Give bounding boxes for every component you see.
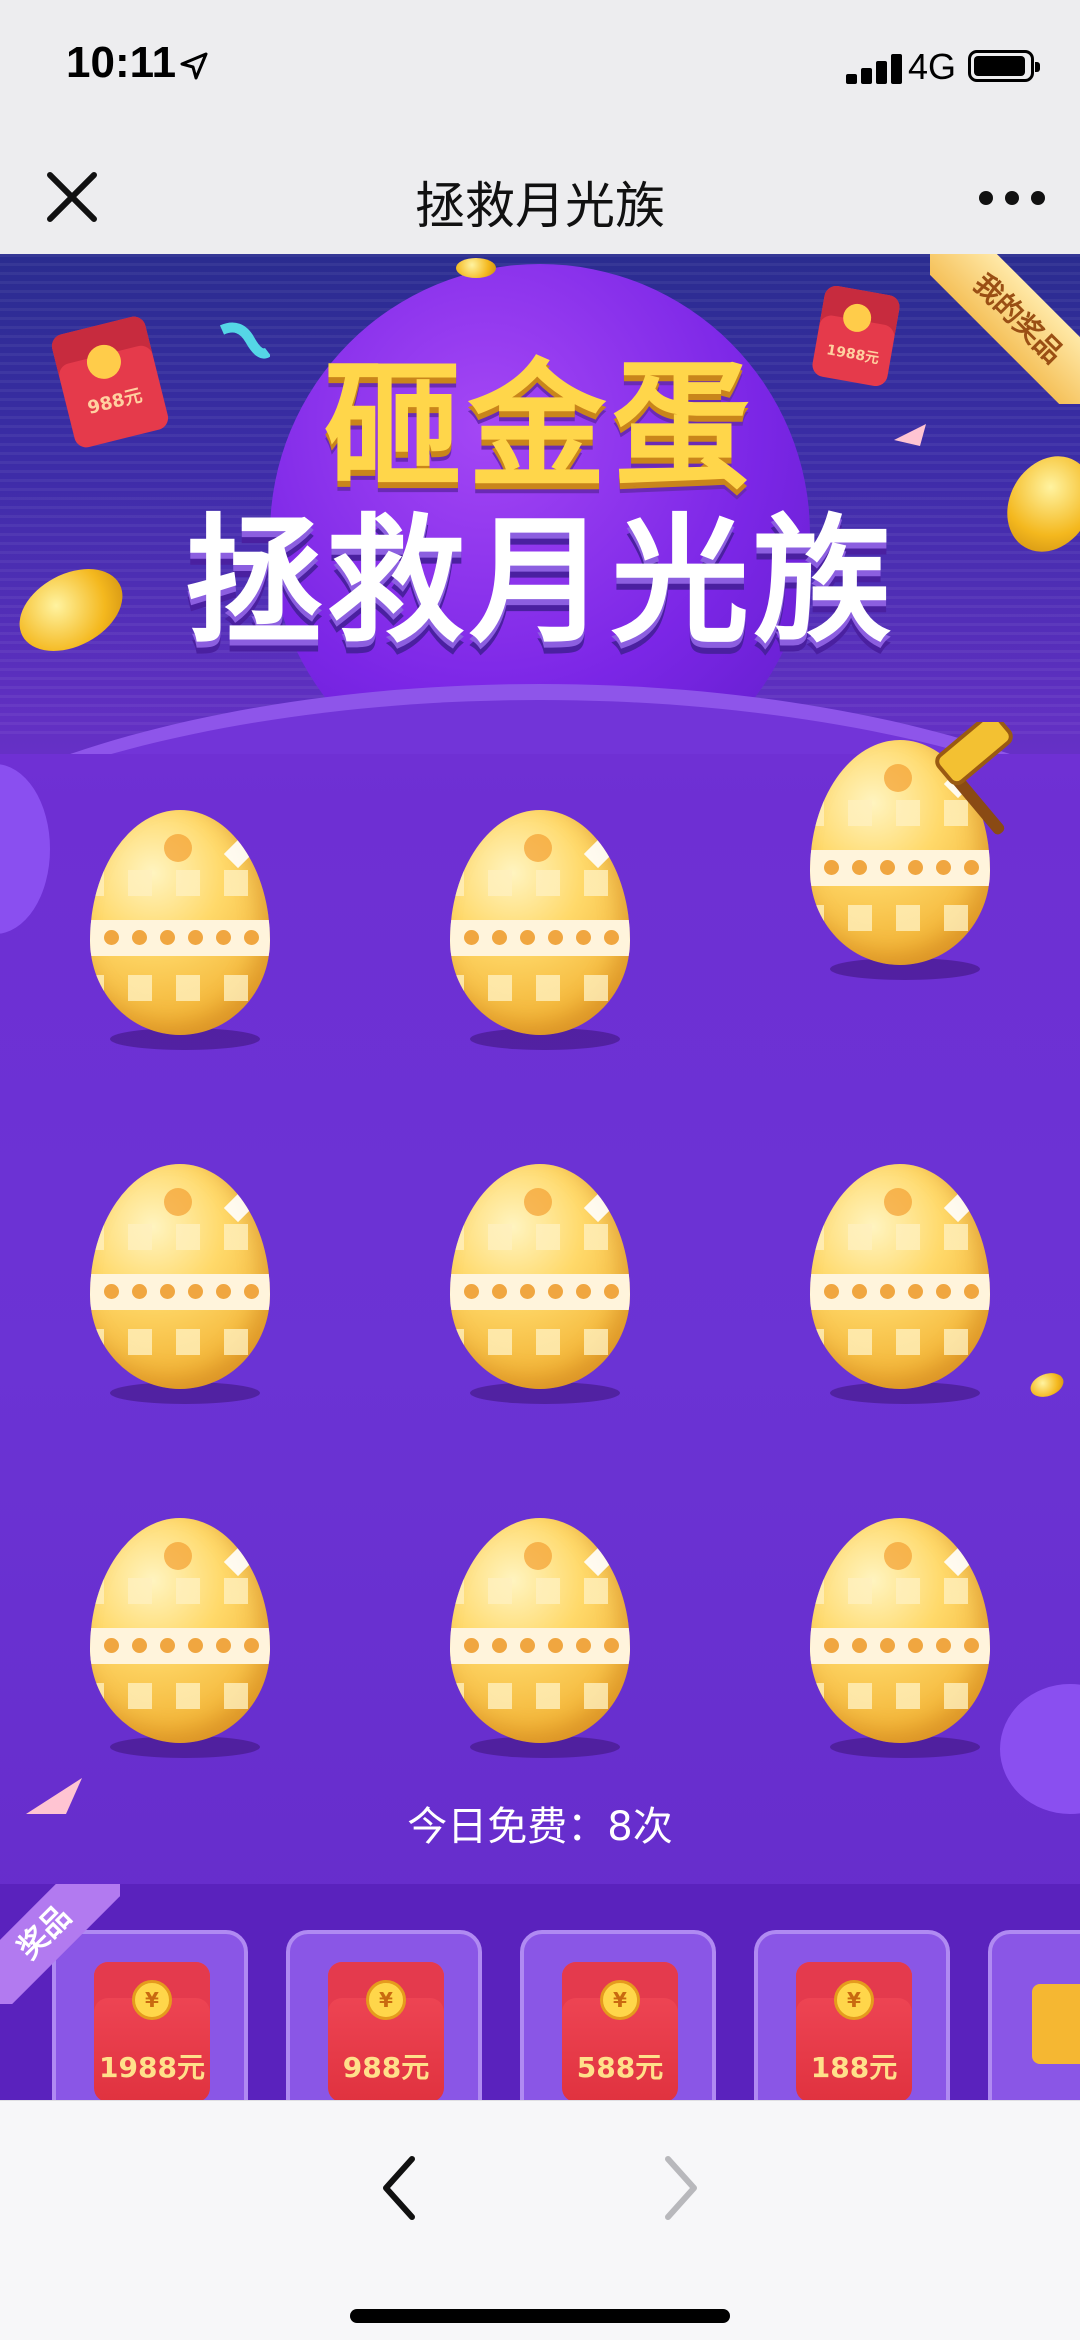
coin-icon: ¥ <box>834 1980 874 2020</box>
browser-toolbar <box>0 2100 1080 2340</box>
golden-egg[interactable] <box>90 1164 280 1404</box>
banner: 988元 1988元 砸金蛋 拯救月光族 我的奖品 <box>0 254 1080 754</box>
golden-egg[interactable] <box>450 1164 640 1404</box>
status-bar: 10:11 4G <box>0 0 1080 140</box>
prize-amount: 1988元 <box>99 2051 205 2084</box>
prize-list: ¥ 1988元 ¥ 988元 ¥ 588元 ¥ 188元 奖品 <box>0 1884 1080 2100</box>
prize-card[interactable]: ¥ 188元 <box>754 1930 950 2100</box>
network-type: 4G <box>908 46 957 87</box>
golden-egg[interactable] <box>810 1164 1000 1404</box>
my-prizes-label: 我的奖品 <box>930 254 1080 404</box>
forward-arrow-icon[interactable] <box>652 2143 708 2233</box>
game-page: 988元 1988元 砸金蛋 拯救月光族 我的奖品 今日免费：8次 ¥ 1988… <box>0 254 1080 2100</box>
gift-box-icon <box>1032 1984 1080 2064</box>
prize-card[interactable]: ¥ 588元 <box>520 1930 716 2100</box>
prize-tag-label: 奖品 <box>0 1884 120 2004</box>
prize-amount: 588元 <box>576 2051 664 2084</box>
red-envelope-icon: ¥ 988元 <box>328 1962 444 2100</box>
navigation-bar: 拯救月光族 <box>0 140 1080 254</box>
red-envelope-icon: ¥ 588元 <box>562 1962 678 2100</box>
free-attempts-text: 今日免费：8次 <box>407 1804 673 1850</box>
side-decor <box>0 764 50 934</box>
hammer-icon <box>935 722 1013 835</box>
coin-icon: ¥ <box>366 1980 406 2020</box>
cellular-signal-icon <box>846 50 916 84</box>
golden-egg[interactable] <box>450 1518 640 1758</box>
prize-card[interactable] <box>988 1930 1080 2100</box>
red-envelope-icon: ¥ 188元 <box>796 1962 912 2100</box>
golden-egg[interactable] <box>90 1518 280 1758</box>
coin-icon: ¥ <box>132 1980 172 2020</box>
more-options-icon[interactable] <box>972 170 1052 226</box>
back-arrow-icon[interactable] <box>372 2143 428 2233</box>
gold-coin-decor <box>456 258 496 278</box>
location-arrow-icon <box>180 52 208 80</box>
my-prizes-ribbon[interactable]: 我的奖品 <box>930 254 1080 404</box>
golden-egg[interactable] <box>810 1518 1000 1758</box>
golden-egg[interactable] <box>450 810 640 1050</box>
gold-ingot-decor <box>1027 1368 1067 1402</box>
coin-icon: ¥ <box>600 1980 640 2020</box>
page-title: 拯救月光族 <box>415 177 665 235</box>
prize-amount: 988元 <box>342 2051 430 2084</box>
golden-egg[interactable] <box>90 810 280 1050</box>
home-indicator <box>350 2309 730 2323</box>
banner-subheadline: 拯救月光族 <box>184 501 895 662</box>
status-time: 10:11 <box>66 38 177 87</box>
prize-card[interactable]: ¥ 988元 <box>286 1930 482 2100</box>
prize-tag: 奖品 <box>0 1884 120 2004</box>
battery-icon <box>968 50 1040 82</box>
prize-amount: 188元 <box>810 2051 898 2084</box>
